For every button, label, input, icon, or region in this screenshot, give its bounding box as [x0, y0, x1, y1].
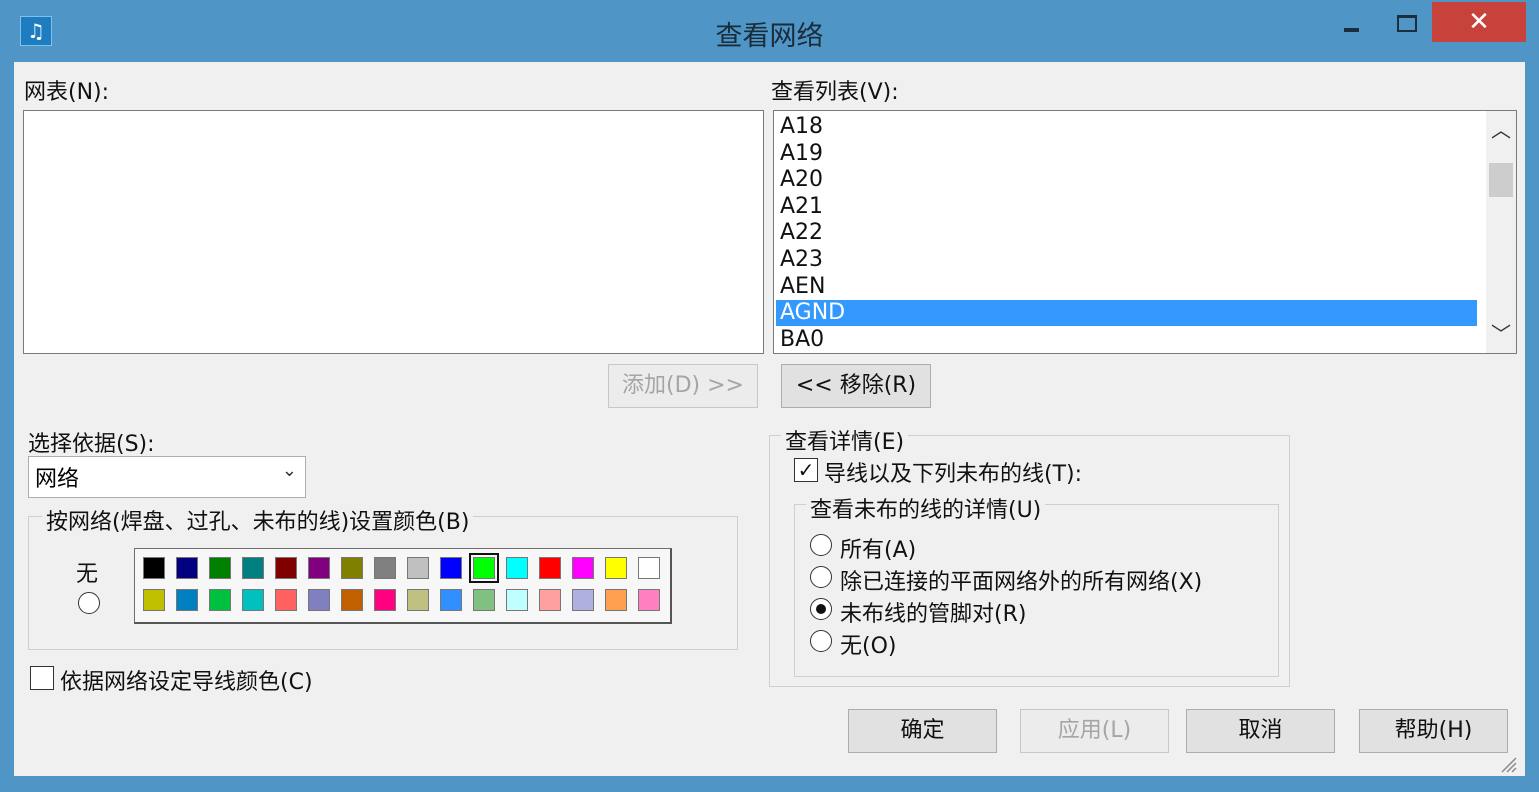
- color-swatch[interactable]: [539, 557, 561, 579]
- ok-button[interactable]: 确定: [848, 709, 997, 753]
- viewlist-item[interactable]: BA0: [777, 327, 824, 353]
- viewlist-item[interactable]: A18: [777, 114, 823, 140]
- color-swatch[interactable]: [275, 589, 297, 611]
- scroll-thumb[interactable]: [1489, 163, 1513, 197]
- unrouted-radio[interactable]: [810, 566, 832, 588]
- basis-select[interactable]: 网络 ⌄: [28, 456, 306, 498]
- color-swatch[interactable]: [341, 557, 363, 579]
- color-swatch[interactable]: [469, 553, 499, 583]
- trace-color-checkbox[interactable]: [30, 666, 54, 690]
- viewlist-label: 查看列表(V):: [771, 80, 899, 105]
- remove-button[interactable]: << 移除(R): [781, 364, 931, 408]
- netlist-label: 网表(N):: [24, 80, 110, 105]
- resize-grip-icon[interactable]: [1496, 752, 1518, 774]
- color-swatch[interactable]: [473, 589, 495, 611]
- minimize-button[interactable]: [1335, 5, 1375, 41]
- view-nets-dialog: ♫ 查看网络 ✕ 网表(N): 查看列表(V): ︿ ﹀ A18 A19 A20 A2…: [0, 0, 1539, 792]
- window-title: 查看网络: [715, 21, 824, 52]
- help-button[interactable]: 帮助(H): [1359, 709, 1508, 753]
- basis-select-value: 网络: [35, 467, 80, 492]
- scroll-down-icon[interactable]: ﹀: [1486, 319, 1516, 349]
- color-swatch[interactable]: [440, 589, 462, 611]
- color-swatch[interactable]: [638, 589, 660, 611]
- viewlist-item[interactable]: A21: [777, 194, 823, 220]
- color-swatch[interactable]: [605, 589, 627, 611]
- viewlist-item[interactable]: A23: [777, 247, 823, 273]
- color-swatch[interactable]: [242, 557, 264, 579]
- viewlist-item[interactable]: AEN: [777, 274, 825, 300]
- unrouted-radio[interactable]: [810, 534, 832, 556]
- unrouted-radio[interactable]: [810, 598, 832, 620]
- color-swatch[interactable]: [209, 589, 231, 611]
- color-swatch[interactable]: [176, 557, 198, 579]
- unrouted-radio-label: 无(O): [840, 634, 897, 659]
- color-swatch[interactable]: [572, 589, 594, 611]
- color-swatch[interactable]: [341, 589, 363, 611]
- traces-checkbox-label: 导线以及下列未布的线(T):: [824, 462, 1083, 487]
- color-swatch[interactable]: [506, 557, 528, 579]
- traces-checkbox[interactable]: ✓: [794, 458, 818, 482]
- color-swatch[interactable]: [143, 557, 165, 579]
- viewlist-item[interactable]: AGND: [776, 300, 1477, 327]
- color-swatch[interactable]: [308, 589, 330, 611]
- viewlist-item[interactable]: A22: [777, 220, 823, 246]
- viewlist-item[interactable]: A20: [777, 167, 823, 193]
- scroll-up-icon[interactable]: ︿: [1486, 115, 1516, 145]
- none-color-radio[interactable]: [78, 592, 100, 614]
- maximize-button[interactable]: [1386, 5, 1426, 41]
- color-swatch[interactable]: [638, 557, 660, 579]
- color-swatch[interactable]: [242, 589, 264, 611]
- close-button[interactable]: ✕: [1432, 2, 1526, 42]
- color-swatch[interactable]: [572, 557, 594, 579]
- unrouted-group-title: 查看未布的线的详情(U): [806, 492, 1046, 524]
- unrouted-radio-label: 除已连接的平面网络外的所有网络(X): [840, 570, 1203, 595]
- color-swatch[interactable]: [539, 589, 561, 611]
- chevron-down-icon: ⌄: [281, 460, 297, 481]
- color-swatch[interactable]: [440, 557, 462, 579]
- color-swatch[interactable]: [374, 589, 396, 611]
- details-group-title: 查看详情(E): [781, 424, 909, 456]
- color-swatch[interactable]: [407, 589, 429, 611]
- unrouted-radio[interactable]: [810, 630, 832, 652]
- color-swatch[interactable]: [209, 557, 231, 579]
- color-swatch[interactable]: [275, 557, 297, 579]
- color-swatch[interactable]: [605, 557, 627, 579]
- trace-color-label: 依据网络设定导线颜色(C): [60, 670, 313, 695]
- color-swatch[interactable]: [407, 557, 429, 579]
- viewlist-listbox[interactable]: ︿ ﹀ A18 A19 A20 A21 A22 A23 AEN AGND BA0: [773, 110, 1517, 354]
- unrouted-radio-label: 未布线的管脚对(R): [840, 602, 1027, 627]
- color-swatch[interactable]: [143, 589, 165, 611]
- close-icon: ✕: [1468, 7, 1490, 37]
- color-swatch[interactable]: [506, 589, 528, 611]
- apply-button[interactable]: 应用(L): [1020, 709, 1169, 753]
- netlist-listbox[interactable]: [23, 110, 764, 354]
- dialog-body: 网表(N): 查看列表(V): ︿ ﹀ A18 A19 A20 A21 A22 A23 AE…: [14, 62, 1525, 776]
- color-palette: [134, 548, 672, 624]
- color-swatch[interactable]: [374, 557, 396, 579]
- basis-label: 选择依据(S):: [28, 432, 155, 457]
- color-swatch[interactable]: [176, 589, 198, 611]
- title-bar[interactable]: ♫ 查看网络 ✕: [0, 0, 1539, 62]
- add-button[interactable]: 添加(D) >>: [608, 364, 758, 408]
- cancel-button[interactable]: 取消: [1186, 709, 1335, 753]
- none-color-label: 无: [76, 562, 99, 587]
- color-group-title: 按网络(焊盘、过孔、未布的线)设置颜色(B): [42, 504, 474, 536]
- viewlist-item[interactable]: A19: [777, 141, 823, 167]
- unrouted-radio-label: 所有(A): [840, 538, 917, 563]
- color-swatch[interactable]: [308, 557, 330, 579]
- viewlist-scrollbar[interactable]: ︿ ﹀: [1486, 111, 1516, 353]
